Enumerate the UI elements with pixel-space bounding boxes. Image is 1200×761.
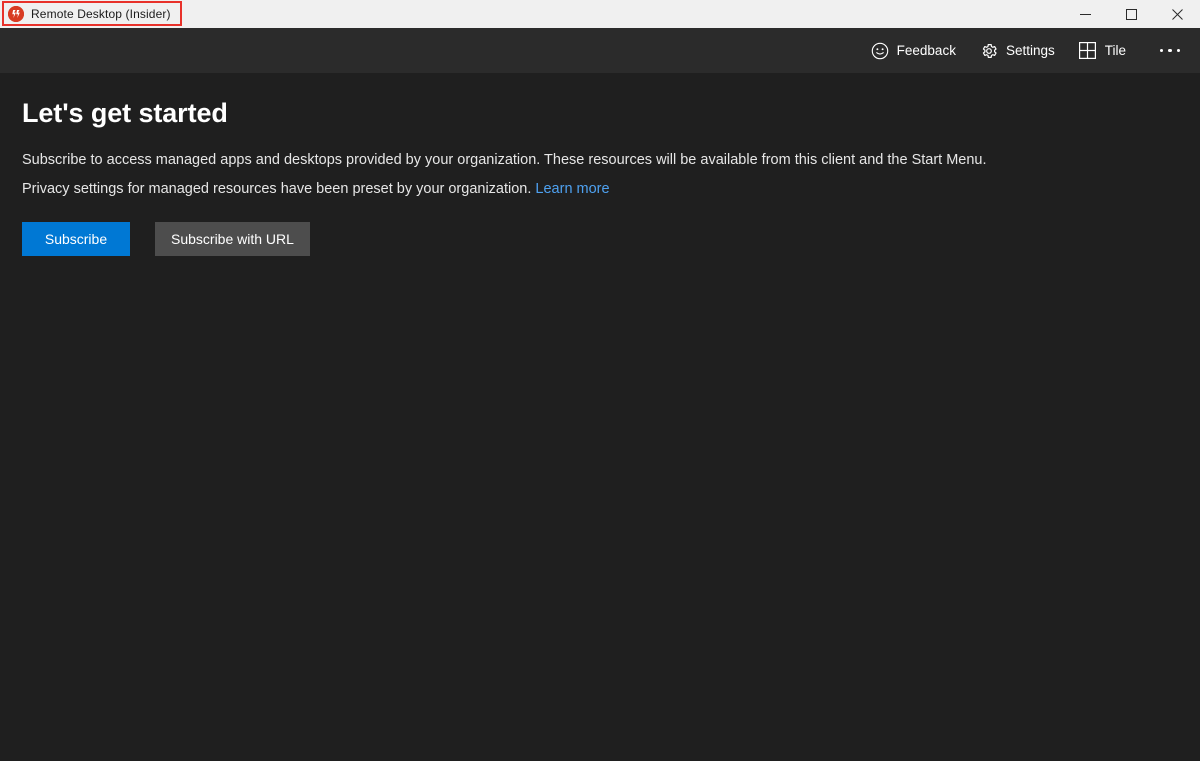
- toolbar-item-feedback[interactable]: Feedback: [859, 35, 968, 67]
- grid-tile-icon: [1079, 42, 1097, 60]
- action-buttons: Subscribe Subscribe with URL: [22, 221, 1200, 256]
- more-dot: [1159, 48, 1164, 53]
- intro-paragraph-1: Subscribe to access managed apps and des…: [22, 151, 987, 168]
- window-title: Remote Desktop (Insider): [31, 7, 171, 21]
- main-content: Let's get started Subscribe to access ma…: [0, 73, 1200, 761]
- minimize-button[interactable]: [1062, 0, 1108, 28]
- privacy-text: Privacy settings for managed resources h…: [22, 180, 532, 197]
- page-title: Let's get started: [22, 98, 228, 128]
- intro-paragraph-2: Privacy settings for managed resources h…: [22, 179, 1200, 200]
- subscribe-with-url-button[interactable]: Subscribe with URL: [155, 221, 310, 256]
- toolbar-item-settings[interactable]: Settings: [968, 35, 1067, 67]
- smiley-face-icon: [871, 42, 889, 60]
- window-controls: [1062, 0, 1200, 28]
- title-bar: Remote Desktop (Insider): [0, 0, 1200, 28]
- subscribe-button[interactable]: Subscribe: [22, 221, 130, 256]
- title-bar-left: Remote Desktop (Insider): [0, 0, 171, 28]
- close-button[interactable]: [1154, 0, 1200, 28]
- maximize-button[interactable]: [1108, 0, 1154, 28]
- toolbar-item-tile-label: Tile: [1104, 43, 1126, 58]
- gear-icon: [980, 42, 998, 60]
- toolbar-item-feedback-label: Feedback: [896, 43, 956, 58]
- remote-desktop-insider-icon: [8, 6, 24, 22]
- toolbar-item-settings-label: Settings: [1005, 43, 1055, 58]
- toolbar-item-tile[interactable]: Tile: [1067, 35, 1138, 67]
- learn-more-link[interactable]: Learn more: [535, 181, 609, 197]
- more-dot: [1176, 48, 1181, 53]
- more-dot: [1168, 48, 1172, 53]
- app-toolbar: Feedback Settings Tile: [0, 28, 1200, 73]
- more-options-icon[interactable]: [1148, 35, 1192, 67]
